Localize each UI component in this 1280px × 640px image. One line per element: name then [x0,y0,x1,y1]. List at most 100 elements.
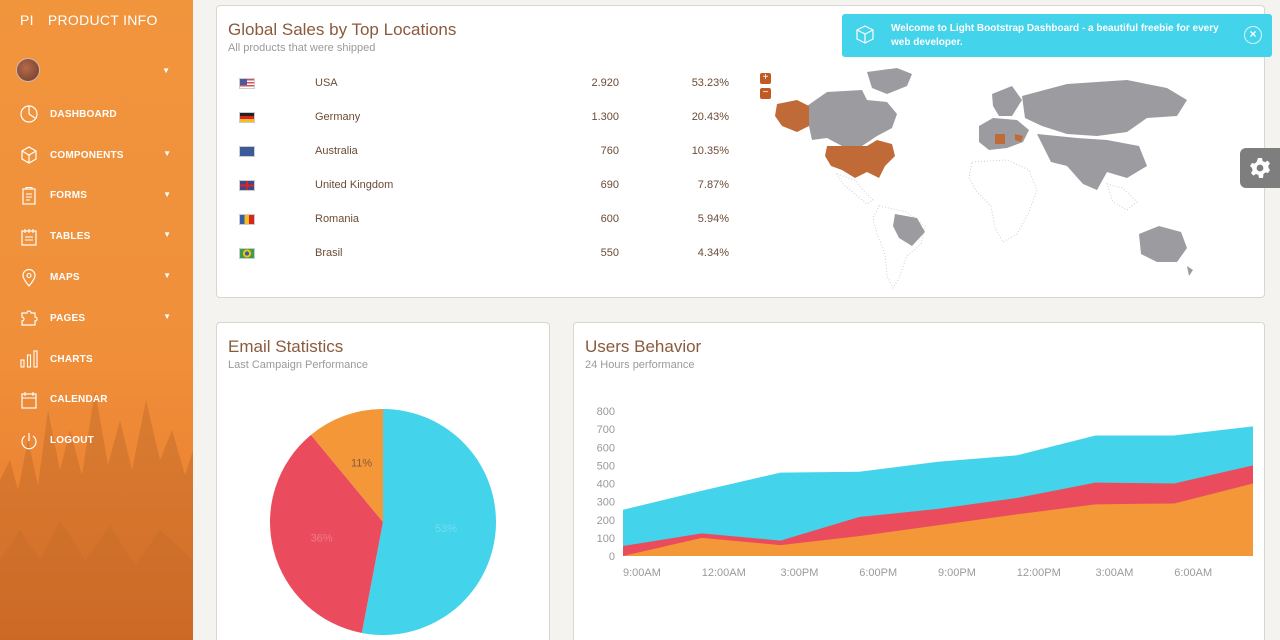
card-subtitle: All products that were shipped [228,42,376,54]
sales-value: 690 [600,179,619,191]
sidebar-item-label: CHARTS [50,353,93,365]
sidebar-item-calendar[interactable]: CALENDAR [0,380,193,421]
gear-icon [1250,158,1270,178]
avatar [16,58,40,82]
sales-percent: 4.34% [697,247,729,259]
sales-percent: 10.35% [691,145,729,157]
country-name: Brasil [315,247,343,259]
y-tick-label: 100 [597,533,615,545]
y-tick-label: 600 [597,442,615,454]
power-icon [18,430,40,452]
chevron-down-icon: ▼ [163,189,171,199]
world-map[interactable] [767,66,1227,291]
x-tick-label: 6:00AM [1174,567,1212,579]
romania-flag-icon [239,214,255,225]
x-tick-label: 12:00AM [702,567,746,579]
email-statistics-card: Email Statistics Last Campaign Performan… [216,322,550,640]
x-tick-label: 12:00PM [1017,567,1061,579]
puzzle-icon [18,307,40,329]
sidebar-item-dashboard[interactable]: DASHBOARD [0,94,193,135]
users-behavior-card: Users Behavior 24 Hours performance 0 100… [573,322,1265,640]
chevron-down-icon: ▼ [163,311,171,321]
map-pin-icon [18,267,40,289]
y-tick-label: 0 [609,551,615,563]
user-menu[interactable]: ▼ [16,58,176,84]
sales-value: 2.920 [591,77,619,89]
sidebar-item-label: DASHBOARD [50,108,117,120]
calendar-icon [18,389,40,411]
clipboard-icon [18,185,40,207]
cube-icon [856,25,874,44]
sales-value: 550 [600,247,619,259]
logo-text: PRODUCT INFO [47,12,158,28]
notes-icon [18,226,40,248]
pie-chart: 53% 36% 11% [270,409,496,635]
sales-percent: 53.23% [691,77,729,89]
area-chart: 0 100 200 300 400 500 600 700 800 9:00AM 12:00AM 3:… [597,406,1253,579]
sidebar: PI PRODUCT INFO ▼ DASHBOARD COMPONENTS ▼… [0,0,193,640]
table-row: Romania 600 5.94% [237,208,729,242]
sidebar-item-forms[interactable]: FORMS ▼ [0,176,193,217]
chevron-down-icon: ▼ [163,230,171,240]
y-tick-label: 700 [597,424,615,436]
australia-flag-icon [239,146,255,157]
x-tick-label: 9:00AM [623,567,661,579]
uk-flag-icon [239,180,255,191]
y-tick-label: 400 [597,479,615,491]
sidebar-item-label: TABLES [50,231,91,243]
pie-slice-label: 53% [435,523,457,535]
sidebar-item-components[interactable]: COMPONENTS ▼ [0,135,193,176]
country-name: United Kingdom [315,179,394,191]
sidebar-item-maps[interactable]: MAPS ▼ [0,257,193,298]
sidebar-item-pages[interactable]: PAGES ▼ [0,298,193,339]
chevron-down-icon: ▼ [163,271,171,281]
close-icon[interactable]: × [1244,26,1262,44]
sidebar-item-label: MAPS [50,272,80,284]
settings-toggle[interactable] [1240,148,1280,188]
logo-mini: PI [20,12,34,28]
country-name: Australia [315,145,358,157]
chevron-down-icon: ▼ [162,66,170,75]
x-tick-label: 3:00PM [781,567,819,579]
sidebar-item-label: PAGES [50,312,86,324]
logo[interactable]: PI PRODUCT INFO [20,12,158,28]
y-tick-label: 200 [597,515,615,527]
country-name: USA [315,77,338,89]
sales-value: 600 [600,213,619,225]
table-row: Australia 760 10.35% [237,140,729,174]
sidebar-item-logout[interactable]: LOGOUT [0,420,193,461]
sales-value: 760 [600,145,619,157]
table-row: United Kingdom 690 7.87% [237,174,729,208]
sidebar-item-label: CALENDAR [50,394,108,406]
chevron-down-icon: ▼ [163,148,171,158]
brazil-flag-icon [239,248,255,259]
country-name: Romania [315,213,360,225]
sidebar-item-label: FORMS [50,190,88,202]
x-tick-label: 3:00AM [1096,567,1134,579]
us-flag-icon [239,78,255,89]
x-tick-label: 9:00PM [938,567,976,579]
sales-table: USA 2.920 53.23% Germany 1.300 20.43% Au… [237,72,729,276]
sales-percent: 5.94% [697,213,729,225]
sales-percent: 20.43% [691,111,729,123]
notification-message: Welcome to Light Bootstrap Dashboard - a… [891,23,1219,48]
x-tick-label: 6:00PM [859,567,897,579]
cube-icon [18,144,40,166]
sidebar-item-charts[interactable]: CHARTS [0,339,193,380]
welcome-notification: Welcome to Light Bootstrap Dashboard - a… [842,14,1272,57]
sales-percent: 7.87% [697,179,729,191]
pie-chart-icon [18,103,40,125]
bar-chart-icon [18,348,40,370]
table-row: USA 2.920 53.23% [237,72,729,106]
table-row: Germany 1.300 20.43% [237,106,729,140]
y-tick-label: 300 [597,497,615,509]
pie-slice-label: 36% [311,533,333,545]
sidebar-item-tables[interactable]: TABLES ▼ [0,216,193,257]
card-title: Global Sales by Top Locations [228,20,457,39]
sidebar-item-label: LOGOUT [50,435,94,447]
germany-flag-icon [239,112,255,123]
country-name: Germany [315,111,361,123]
y-tick-label: 500 [597,460,615,472]
sidebar-nav: DASHBOARD COMPONENTS ▼ FORMS ▼ TABLES ▼ [0,94,193,461]
table-row: Brasil 550 4.34% [237,242,729,276]
